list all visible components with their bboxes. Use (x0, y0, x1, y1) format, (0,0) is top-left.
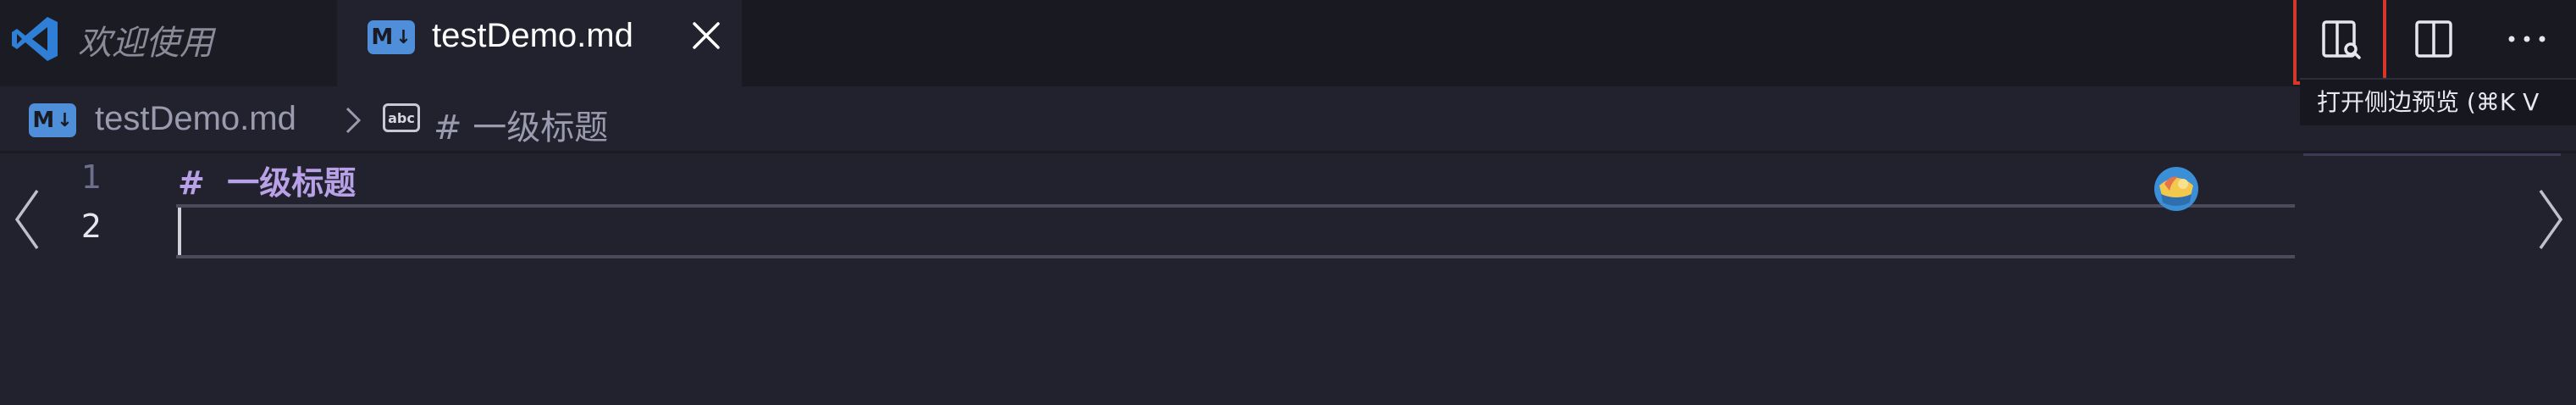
extension-avatar-icon[interactable] (2153, 165, 2200, 213)
breadcrumb-markdown-icon: M ↓ (29, 103, 76, 137)
editor[interactable]: 1 2 # 一级标题 (0, 153, 2576, 405)
preview-highlight-box (2293, 0, 2386, 85)
current-line-border (176, 255, 2295, 258)
close-icon[interactable] (689, 19, 723, 53)
breadcrumb-heading[interactable]: # 一级标题 (434, 100, 608, 149)
markdown-icon-letter: M (371, 25, 395, 50)
markdown-icon: M ↓ (368, 20, 415, 54)
vscode-icon (12, 17, 58, 61)
preview-side-tooltip: 打开侧边预览 (⌘K V (2300, 78, 2576, 125)
text-cursor (178, 208, 181, 255)
markdown-icon-arrow: ↓ (395, 26, 412, 48)
markdown-icon-letter: M (32, 108, 56, 133)
tab-testdemo-label: testDemo.md (432, 17, 633, 54)
vscode-window: 欢迎使用 M ↓ testDemo.md M ↓ testDemo.md abc… (0, 0, 2576, 405)
string-symbol-icon: abc (383, 103, 420, 132)
chevron-right-nav-icon[interactable] (2534, 186, 2568, 253)
current-line-border (176, 204, 2295, 208)
code-line[interactable]: # 一级标题 (178, 157, 356, 203)
tab-welcome-label: 欢迎使用 (78, 24, 213, 63)
line-number: 1 (80, 158, 102, 196)
markdown-icon-arrow: ↓ (57, 109, 73, 131)
line-number: 2 (80, 208, 102, 245)
breadcrumb-file[interactable]: testDemo.md (95, 100, 296, 138)
tab-bar: 欢迎使用 M ↓ testDemo.md (0, 0, 2576, 86)
tab-welcome[interactable]: 欢迎使用 (0, 0, 337, 86)
chevron-left-icon[interactable] (10, 186, 44, 253)
chevron-right-icon (345, 107, 362, 134)
more-actions-icon[interactable] (2500, 12, 2554, 66)
breadcrumb: M ↓ testDemo.md abc # 一级标题 (0, 86, 2286, 153)
split-editor-icon[interactable] (2407, 12, 2461, 66)
